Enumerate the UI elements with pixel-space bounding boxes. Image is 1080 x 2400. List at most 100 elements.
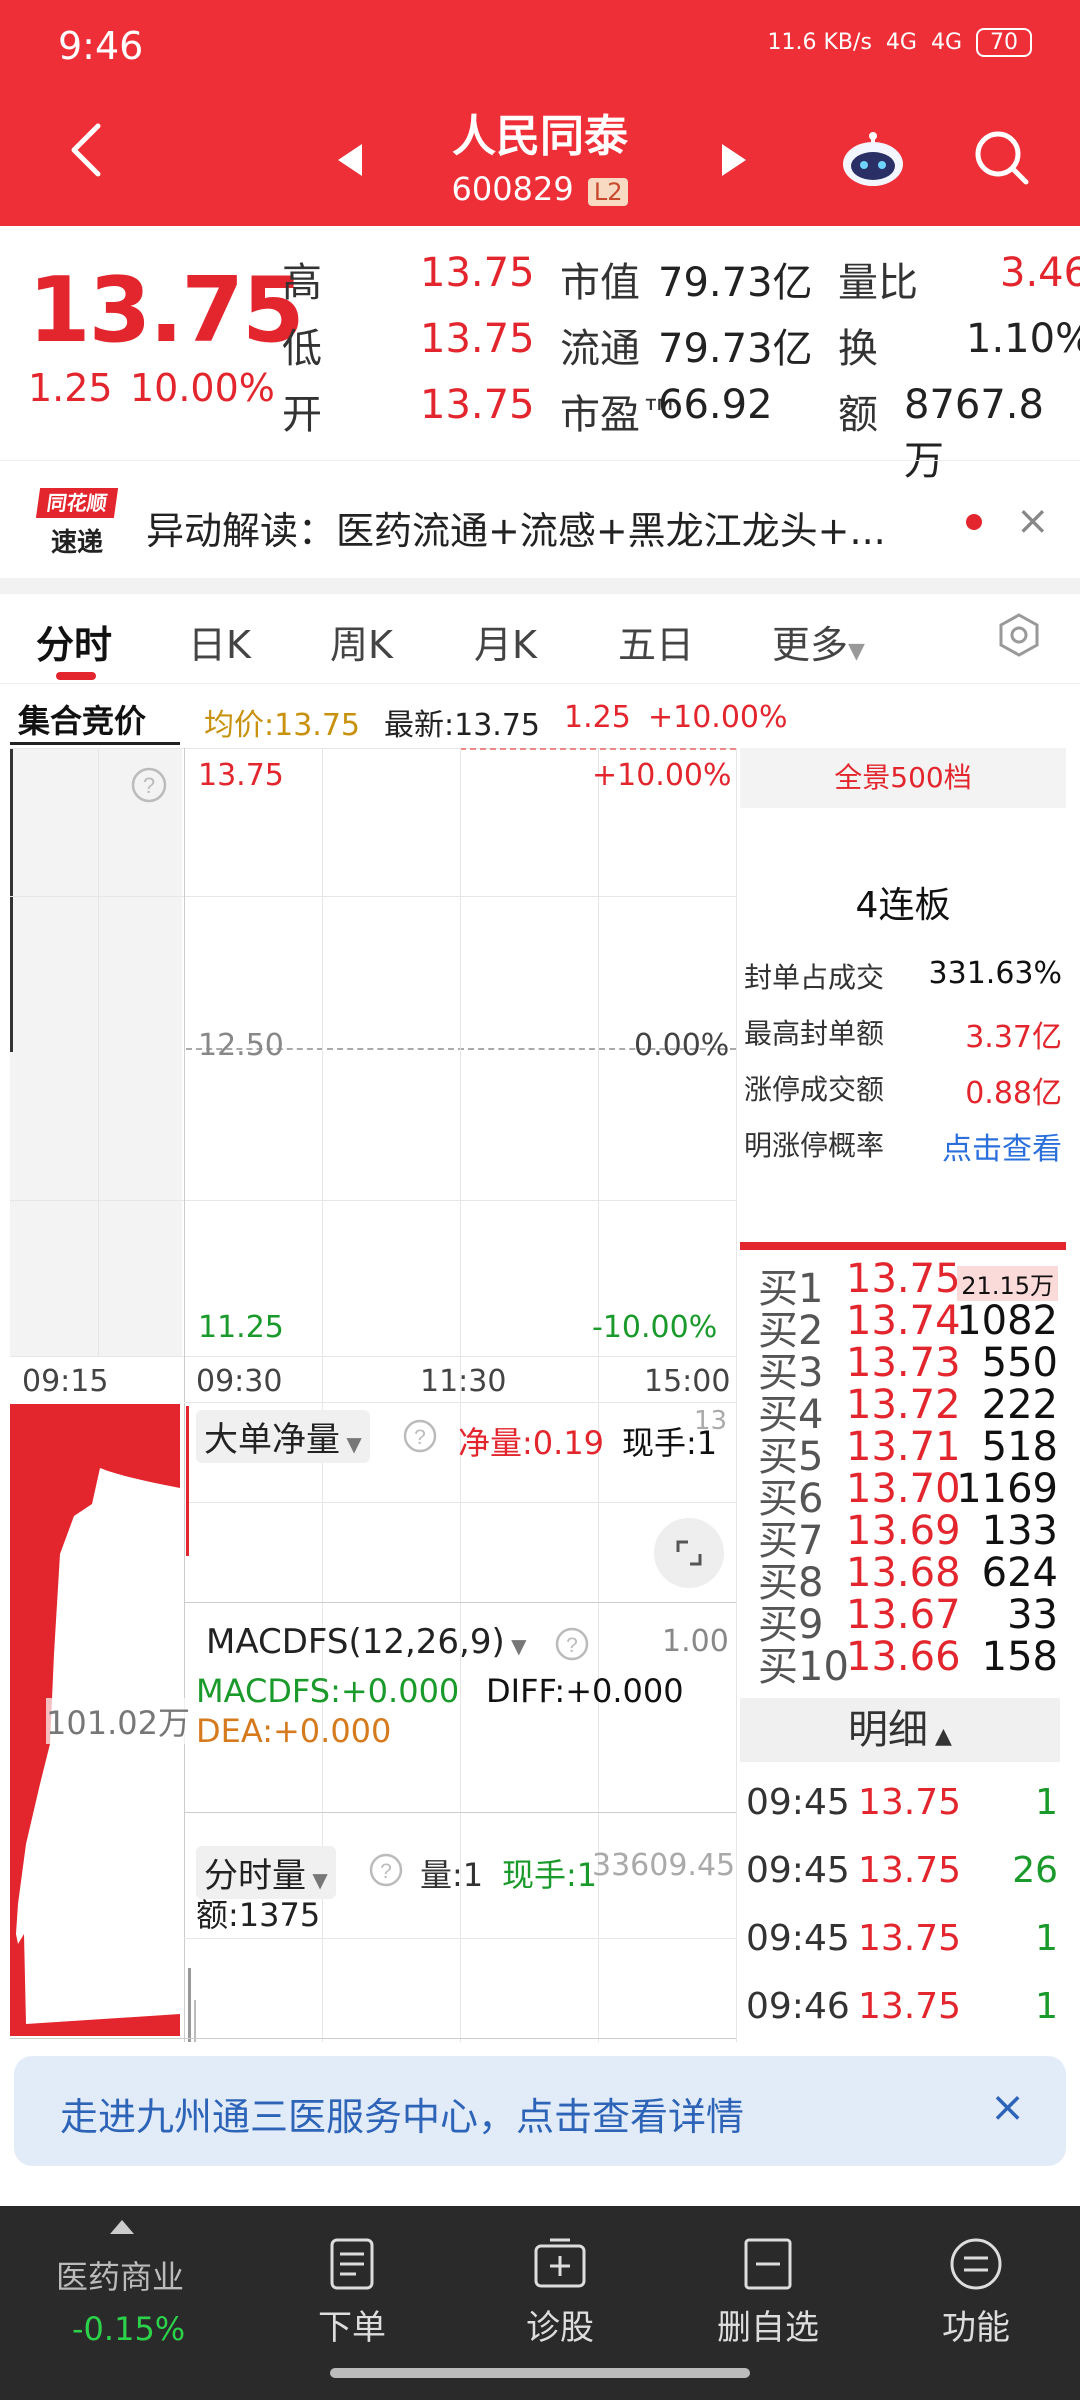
nav-order[interactable]: 下单: [282, 2236, 422, 2349]
bid-volume: 1082: [956, 1298, 1058, 1344]
trade-price: 13.75: [858, 1850, 962, 1891]
macd-scale: 1.00: [662, 1624, 729, 1659]
info-change-pct: +10.00%: [648, 700, 788, 735]
chart-bottom-line: [10, 2038, 736, 2039]
svg-text:?: ?: [380, 1860, 392, 1883]
detail-toggle[interactable]: 明细 ▲: [740, 1698, 1060, 1762]
robot-assistant-icon[interactable]: [840, 128, 906, 188]
remove-watchlist-icon: [744, 2238, 792, 2290]
grid-line: [184, 1938, 736, 1939]
bid-volume: 1169: [956, 1466, 1058, 1512]
axis-mid-price: 12.50: [198, 1028, 284, 1063]
axis-bot-price: 11.25: [198, 1310, 284, 1345]
chart-info-line: 集合竞价 均价:13.75 最新:13.75 1.25 +10.00%: [0, 692, 1080, 743]
tab-five-day[interactable]: 五日: [618, 614, 694, 669]
trade-volume: 1: [1035, 1986, 1058, 2027]
alert-close-button[interactable]: ×: [1016, 498, 1050, 544]
banner-text[interactable]: 走进九州通三医服务中心，点击查看详情: [60, 2086, 744, 2141]
order-icon: [330, 2238, 374, 2290]
time-label: 09:30: [196, 1364, 283, 1399]
auction-price-line: [10, 748, 13, 1052]
help-icon[interactable]: ?: [402, 1418, 438, 1454]
stat-value: 0.88亿: [965, 1076, 1062, 1111]
stat-label: 封单占成交: [744, 961, 885, 994]
volume-ratio-value: 3.46: [1000, 250, 1080, 296]
grid-line: [10, 896, 736, 897]
grid-line: [184, 1402, 736, 1403]
stat-label: 最高封单额: [744, 1017, 885, 1050]
tab-daily-k[interactable]: 日K: [188, 614, 251, 669]
section-gap: [0, 578, 1080, 594]
service-banner[interactable]: 走进九州通三医服务中心，点击查看详情 ×: [14, 2056, 1066, 2166]
volume-scale: 33609.45: [592, 1848, 736, 1883]
help-icon[interactable]: ?: [368, 1852, 404, 1888]
volume-bar: [188, 1968, 191, 2042]
intraday-chart-area[interactable]: ? 13.75 +10.00% 12.50 0.00% 11.25 -10.00…: [0, 742, 740, 2042]
axis-top-pct: +10.00%: [592, 758, 732, 793]
high-value: 13.75: [420, 250, 535, 296]
price-change: 1.25: [28, 366, 113, 410]
diff-value: DIFF:+0.000: [486, 1672, 684, 1710]
tab-more[interactable]: 更多▼: [772, 614, 865, 669]
full-depth-button[interactable]: 全景500档: [740, 748, 1066, 808]
level2-badge[interactable]: L2: [587, 178, 629, 206]
bid-price: 13.66: [846, 1634, 961, 1680]
bid-volume: 21.15万: [957, 1266, 1058, 1301]
nav-diagnose[interactable]: 诊股: [490, 2236, 630, 2349]
big-order-selector[interactable]: 大单净量 ▼: [196, 1410, 370, 1463]
tab-intraday[interactable]: 分时: [36, 614, 112, 669]
search-icon[interactable]: [972, 128, 1032, 188]
tonghuashun-logo: 同花顺 速递: [35, 488, 119, 560]
home-indicator[interactable]: [330, 2368, 750, 2378]
bid-volume: 33: [1007, 1592, 1058, 1638]
nav-remove-label: 删自选: [717, 2308, 819, 2348]
help-icon[interactable]: ?: [554, 1626, 590, 1662]
anomaly-alert-bar[interactable]: 同花顺 速递 异动解读：医药流通+流感+黑龙江龙头+... ×: [0, 470, 1080, 578]
right-panel: 全景500档 4连板 封单占成交 331.63% 最高封单额 3.37亿 涨停成…: [740, 742, 1066, 2042]
alert-text[interactable]: 异动解读：医药流通+流感+黑龙江龙头+...: [146, 500, 886, 555]
nav-functions[interactable]: 功能: [906, 2236, 1046, 2349]
banner-close-button[interactable]: ×: [990, 2082, 1025, 2131]
auction-price-bg: [10, 748, 182, 1356]
diagnose-icon: [534, 2238, 586, 2288]
battery-icon: 70: [976, 28, 1032, 57]
nav-remove-watchlist[interactable]: 删自选: [698, 2236, 838, 2349]
expand-up-icon[interactable]: [110, 2220, 134, 2234]
dropdown-arrow-icon: ▼: [306, 1868, 328, 1892]
stat-label: 涨停成交额: [744, 1073, 885, 1106]
tab-weekly-k[interactable]: 周K: [330, 614, 393, 669]
bid-price: 13.71: [846, 1424, 961, 1470]
functions-icon: [950, 2238, 1002, 2290]
volume-ratio-label: 量比: [838, 260, 918, 306]
grid-line: [10, 1356, 736, 1357]
svg-text:?: ?: [143, 773, 155, 798]
bid-price: 13.69: [846, 1508, 961, 1554]
sector-name[interactable]: 医药商业: [56, 2252, 184, 2298]
auction-volume-label: 101.02万: [46, 1698, 190, 1744]
limit-prob-link[interactable]: 点击查看: [942, 1124, 1062, 1168]
bid-price: 13.68: [846, 1550, 961, 1596]
macd-selector[interactable]: MACDFS(12,26,9) ▼: [206, 1622, 527, 1662]
tick-amount: 额:1375: [196, 1896, 321, 1934]
bid-price: 13.70: [846, 1466, 961, 1512]
chart-settings-icon[interactable]: [996, 612, 1042, 658]
nav-functions-label: 功能: [942, 2308, 1010, 2348]
sector-change: -0.15%: [72, 2310, 186, 2348]
low-value: 13.75: [420, 316, 535, 362]
macdfs-value: MACDFS:+0.000: [196, 1672, 460, 1710]
stat-value: 3.37亿: [965, 1020, 1062, 1055]
signal-4g-b: 4G: [930, 30, 962, 55]
bid-volume: 158: [981, 1634, 1058, 1680]
bid-volume: 624: [981, 1550, 1058, 1596]
turnover-value: 1.10%: [966, 316, 1080, 362]
bid-price: 13.73: [846, 1340, 961, 1386]
bid-volume: 222: [981, 1382, 1058, 1428]
grid-line: [184, 1602, 736, 1603]
svg-text:?: ?: [566, 1634, 578, 1657]
net-speed: 11.6 KB/s: [767, 30, 872, 55]
detail-title: 明细: [848, 1707, 929, 1753]
time-label: 15:00: [644, 1364, 731, 1399]
help-icon[interactable]: ?: [130, 766, 168, 804]
fullscreen-button[interactable]: [654, 1518, 724, 1588]
tab-monthly-k[interactable]: 月K: [474, 614, 537, 669]
